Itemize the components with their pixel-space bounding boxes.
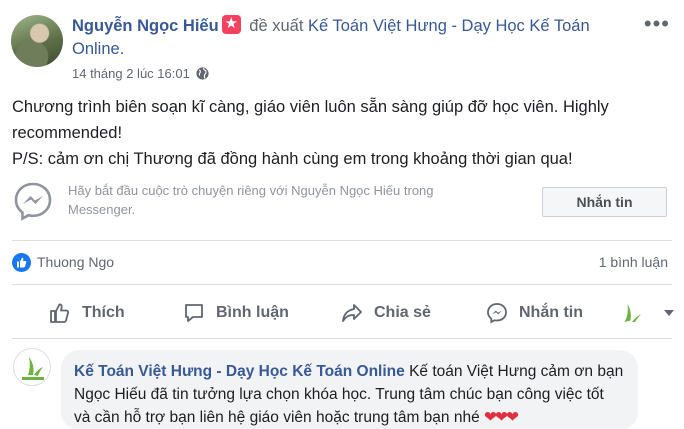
share-button[interactable]: Chia sẻ — [340, 296, 431, 330]
divider — [12, 284, 672, 285]
action-bar: Thích Bình luận Chia sẻ Nhắn tin — [12, 296, 674, 330]
messenger-prompt: Hãy bắt đầu cuộc trò chuyện riêng với Ng… — [12, 177, 684, 233]
post-text-line: Chương trình biên soạn kĩ càng, giáo viê… — [12, 98, 609, 142]
messenger-icon — [12, 180, 54, 222]
post-body: Chương trình biên soạn kĩ càng, giáo viê… — [12, 94, 672, 172]
more-options-icon[interactable]: ••• — [644, 13, 670, 35]
comment-label: Bình luận — [216, 304, 289, 321]
divider — [12, 338, 672, 339]
post-header: Nguyễn Ngọc Hiếu đề xuất Kế Toán Việt Hư… — [72, 14, 612, 61]
like-label: Thích — [82, 304, 125, 321]
comment-count[interactable]: 1 bình luận — [599, 254, 668, 270]
post-timestamp[interactable]: 14 tháng 2 lúc 16:01 — [72, 66, 190, 81]
comment-button[interactable]: Bình luận — [182, 296, 289, 330]
send-message-button[interactable]: Nhắn tin — [542, 187, 667, 217]
page-voice-selector[interactable] — [620, 296, 674, 330]
comment-author[interactable]: Kế Toán Việt Hưng - Dạy Học Kế Toán Onli… — [74, 363, 405, 380]
author-avatar[interactable] — [11, 15, 63, 67]
like-reaction-icon[interactable] — [12, 253, 31, 272]
commenter-avatar[interactable] — [13, 348, 51, 386]
thumbs-up-icon — [50, 303, 70, 323]
chevron-down-icon — [664, 310, 674, 316]
heart-emoji: ❤❤❤ — [484, 409, 519, 426]
send-in-messenger-button[interactable]: Nhắn tin — [485, 296, 583, 330]
page-logo-icon — [624, 304, 641, 322]
share-icon — [342, 304, 362, 322]
recommend-verb: đề xuất — [249, 17, 304, 35]
divider — [12, 240, 672, 241]
comment-bubble: Kế Toán Việt Hưng - Dạy Học Kế Toán Onli… — [61, 350, 638, 429]
globe-icon[interactable] — [196, 67, 209, 80]
messenger-icon — [487, 303, 507, 324]
comment-icon — [185, 304, 203, 322]
message-label: Nhắn tin — [519, 304, 583, 321]
share-label: Chia sẻ — [374, 304, 431, 321]
facebook-post: Nguyễn Ngọc Hiếu đề xuất Kế Toán Việt Hư… — [0, 0, 684, 429]
recommend-star-icon — [221, 14, 241, 34]
author-name[interactable]: Nguyễn Ngọc Hiếu — [72, 17, 219, 35]
messenger-prompt-text: Hãy bắt đầu cuộc trò chuyện riêng với Ng… — [68, 183, 434, 217]
reactor-name[interactable]: Thuong Ngo — [37, 254, 114, 270]
post-text-line: P/S: cảm ơn chị Thương đã đồng hành cùng… — [12, 150, 573, 168]
post-meta: 14 tháng 2 lúc 16:01 — [72, 66, 209, 81]
like-button[interactable]: Thích — [48, 296, 125, 330]
